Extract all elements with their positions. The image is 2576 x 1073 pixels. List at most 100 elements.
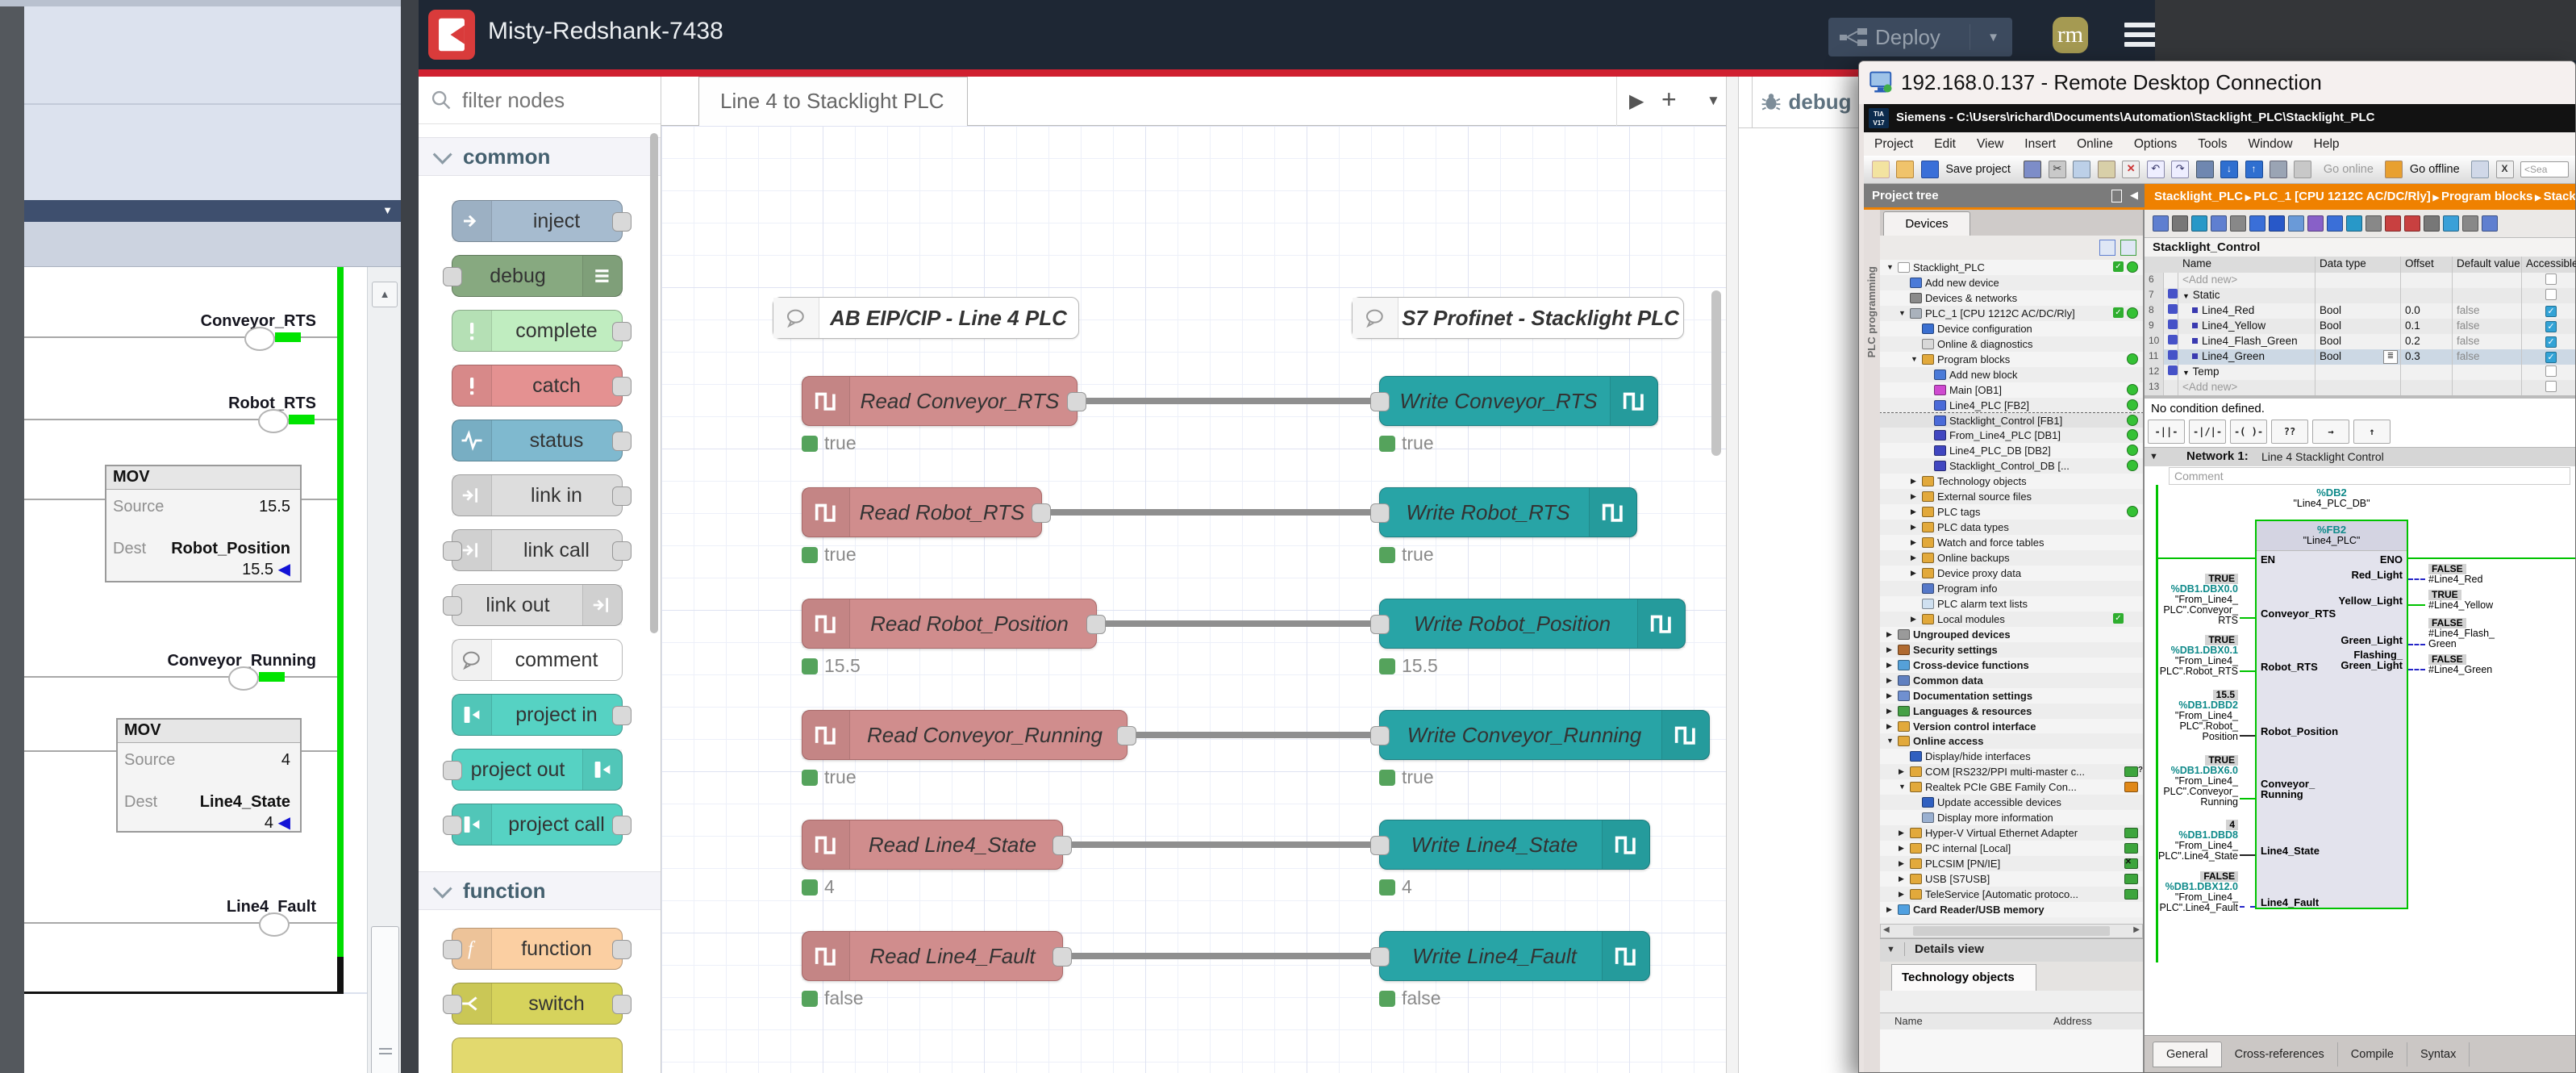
flow-canvas[interactable]: AB EIP/CIP - Line 4 PLCS7 Profinet - Sta… [661,126,1726,1073]
lad-canvas[interactable]: %DB2"Line4_PLC_DB"%FB2"Line4_PLC"ENENOCo… [2145,485,2575,1038]
tree-expander-closed-icon[interactable]: ▶ [1886,691,1892,700]
tree-item-version-control-interface[interactable]: ▶Version control interface [1880,719,2143,734]
tag-name-cell[interactable]: Line4_Flash_Green [2178,334,2315,349]
checkbox-checked-icon[interactable]: ✓ [2545,306,2557,317]
tree-item-add-new-block[interactable]: Add new block [1880,367,2143,382]
tree-expander-open-icon[interactable]: ▼ [1886,737,1894,745]
breadcrumb-item[interactable]: Program blocks [2441,190,2532,203]
tree-item-usb-s7usb-[interactable]: ▶USB [S7USB] [1880,871,2143,887]
checkbox-checked-icon[interactable]: ✓ [2545,352,2557,363]
tree-item-online-diagnostics[interactable]: Online & diagnostics [1880,336,2143,352]
node-input-port[interactable] [443,816,462,835]
menu-online[interactable]: Online [2066,132,2124,156]
input-operand[interactable]: FALSE%DB1.DBX12.0"From_Line4_PLC".Line4_… [2145,871,2238,913]
go-offline-icon[interactable] [2385,161,2403,178]
tree-item-devices-networks[interactable]: Devices & networks [1880,290,2143,306]
menu-options[interactable]: Options [2124,132,2187,156]
lad-instruction-button[interactable]: → [2312,420,2349,444]
scroll-right-icon[interactable]: ▶ [2133,925,2140,934]
tag-toolbar-icon[interactable] [2153,215,2169,232]
tia-titlebar[interactable]: TIAV17 Siemens - C:\Users\richard\Docume… [1864,104,2575,132]
tab-scroll-right-icon[interactable]: ▶ [1629,90,1644,113]
menu-tools[interactable]: Tools [2187,132,2237,156]
output-operand[interactable]: FALSE#Line4_Red [2428,564,2541,585]
tag-toolbar-icon[interactable] [2172,215,2188,232]
tag-row-13[interactable]: 13<Add new> [2145,380,2575,396]
mov-block[interactable]: MOV Source 4 Dest Line4_State 4 ◀ [116,718,302,833]
checkbox-empty-icon[interactable] [2545,381,2557,392]
tag-row-11[interactable]: 11Line4_GreenBool≣0.3false✓ [2145,349,2575,365]
mov-dest-tag[interactable]: Robot_Position [171,540,290,558]
input-operand[interactable]: TRUE%DB1.DBX6.0"From_Line4_PLC".Conveyor… [2145,755,2238,808]
tag-accessible-cell[interactable]: ✓ [2522,349,2576,365]
tree-item-plc-tags[interactable]: ▶PLC tags [1880,504,2143,520]
tree-item-watch-and-force-tables[interactable]: ▶Watch and force tables [1880,535,2143,550]
tag-row-12[interactable]: 12▼ Temp [2145,365,2575,381]
lad-instruction-button[interactable]: -||- [2148,420,2185,444]
palette-node-link-out[interactable]: link out [452,584,623,626]
new-project-icon[interactable] [1872,161,1890,178]
tree-expander-closed-icon[interactable]: ▶ [1899,859,1904,868]
tag-row-9[interactable]: 9Line4_YellowBool0.1false✓ [2145,319,2575,335]
palette-category-common[interactable]: common [419,137,661,176]
palette-node-function[interactable]: ffunction [452,928,623,970]
write-node[interactable]: Write Conveyor_Running [1379,710,1710,760]
write-node[interactable]: Write Line4_State [1379,820,1650,870]
tab-debug[interactable]: debug [1752,77,1860,127]
tree-item-hyper-v-virtual-ethernet-adapt[interactable]: ▶Hyper-V Virtual Ethernet Adapter [1880,825,2143,841]
tag-name-cell[interactable]: ▼ Temp [2178,365,2315,380]
tag-datatype-cell[interactable] [2315,273,2401,288]
read-node[interactable]: Read Line4_State [802,820,1063,870]
node-input-port[interactable] [443,267,462,286]
checkbox-checked-icon[interactable]: ✓ [2545,336,2557,348]
chevron-down-icon[interactable]: ▼ [382,204,393,216]
tree-expander-closed-icon[interactable]: ▶ [1886,630,1892,639]
tree-item-display-hide-interfaces[interactable]: Display/hide interfaces [1880,749,2143,764]
tag-datatype-cell[interactable] [2315,365,2401,380]
palette-search[interactable] [419,77,661,124]
go-offline-label[interactable]: Go offline [2410,163,2460,176]
read-node[interactable]: Read Line4_Fault [802,931,1063,981]
tree-item-main-ob1-[interactable]: Main [OB1] [1880,382,2143,398]
open-project-icon[interactable] [1896,161,1914,178]
tag-toolbar-icon[interactable] [2443,215,2459,232]
tree-item-line4-plc-fb2-[interactable]: Line4_PLC [FB2] [1880,398,2143,413]
lad-instruction-button[interactable]: -( )- [2230,420,2267,444]
tag-accessible-cell[interactable]: ✓ [2522,319,2576,334]
fb-call-block[interactable]: %FB2"Line4_PLC"ENENOConveyor_RTSRobot_RT… [2255,520,2408,909]
tree-item-card-reader-usb-memory[interactable]: ▶Card Reader/USB memory [1880,902,2143,917]
snapshot-icon[interactable] [2294,161,2311,178]
tree-expander-closed-icon[interactable]: ▶ [1886,707,1892,716]
tree-item-languages-resources[interactable]: ▶Languages & resources [1880,704,2143,719]
tag-toolbar-icon[interactable] [2385,215,2401,232]
add-flow-icon[interactable]: + [1661,85,1677,115]
tree-item-plc-data-types[interactable]: ▶PLC data types [1880,520,2143,535]
network-comment[interactable]: Comment [2169,467,2570,485]
tree-item-pc-internal-local-[interactable]: ▶PC internal [Local] [1880,841,2143,856]
node-output-port[interactable] [612,377,631,396]
read-node[interactable]: Read Robot_RTS [802,487,1042,537]
node-input-port[interactable] [1370,836,1390,855]
menu-edit[interactable]: Edit [1924,132,1966,156]
breadcrumb-item[interactable]: PLC_1 [CPU 1212C AC/DC/Rly] [2253,190,2431,203]
node-output-port[interactable] [612,816,631,835]
breadcrumb[interactable]: Stacklight_PLC ▶ PLC_1 [CPU 1212C AC/DC/… [2145,184,2575,210]
tag-name-cell[interactable]: <Add new> [2178,380,2315,395]
tree-item-device-configuration[interactable]: Device configuration [1880,321,2143,336]
palette-node-project-in[interactable]: project in [452,694,623,736]
tree-expander-closed-icon[interactable]: ▶ [1899,890,1904,899]
tag-row-6[interactable]: 6<Add new> [2145,273,2575,289]
tree-hscroll-thumb[interactable] [1913,926,2110,936]
tag-toolbar-icon[interactable] [2424,215,2440,232]
tree-item-realtek-pcie-gbe-family-con-[interactable]: ▼Realtek PCIe GBE Family Con... [1880,779,2143,795]
ladder-scrollbar-thumb[interactable] [371,926,399,1073]
network-header[interactable]: ▼ Network 1: Line 4 Stacklight Control [2145,447,2575,466]
tag-column-accessible-f[interactable]: Accessible f [2522,257,2576,273]
node-input-port[interactable] [443,995,462,1014]
tree-item-common-data[interactable]: ▶Common data [1880,673,2143,688]
tag-expander-icon[interactable]: ▼ [2182,292,2190,300]
tag-toolbar-icon[interactable] [2366,215,2382,232]
checkbox-checked-icon[interactable]: ✓ [2545,321,2557,332]
tag-toolbar-icon[interactable] [2269,215,2285,232]
diagnostics-icon[interactable] [2471,161,2489,178]
